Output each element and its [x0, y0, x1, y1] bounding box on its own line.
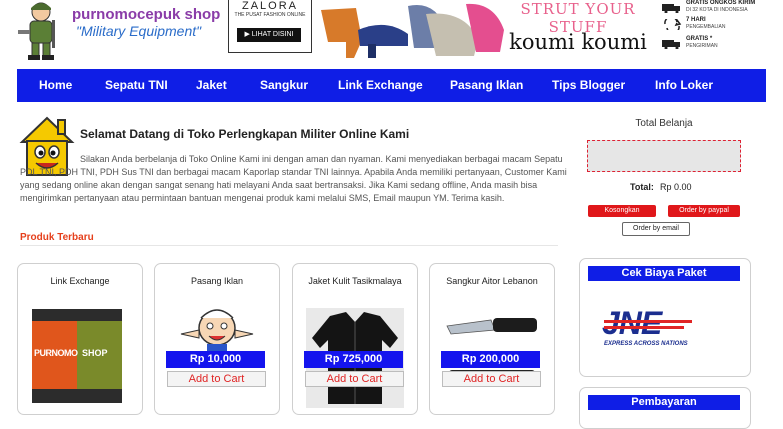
zalora-tagline: THE PUSAT FASHION ONLINE [234, 12, 306, 18]
purnomo-shop-logo[interactable]: PURNOMO SHOP [32, 309, 122, 403]
product-title[interactable]: Jaket Kulit Tasikmalaya [293, 276, 417, 286]
feature-sub: PENGIRIMAN [686, 43, 718, 49]
feature-sub: DI 32 KOTA DI INDONESIA [686, 7, 748, 13]
return-arrows-icon [664, 19, 682, 30]
jne-stripes-icon [604, 320, 692, 329]
nav-item-tips-blogger[interactable]: Tips Blogger [552, 69, 625, 102]
product-title[interactable]: Link Exchange [18, 276, 142, 286]
cart-title: Total Belanja [635, 118, 693, 129]
product-price: Rp 200,000 [441, 351, 540, 368]
zalora-logo: ZALORA [241, 0, 298, 12]
cart-items-box [587, 140, 741, 172]
cart-total-value: Rp 0.00 [660, 182, 692, 192]
ad-banner[interactable]: ZALORA THE PUSAT FASHION ONLINE ▶ LIHAT … [226, 0, 652, 60]
site-brand-title[interactable]: purnomocepuk shop [72, 6, 220, 23]
logo-text-right: SHOP [82, 348, 108, 358]
main-nav: Home Sepatu TNI Jaket Sangkur Link Excha… [17, 69, 766, 102]
feature-return: 7 HARI PENGEMBALIAN [662, 17, 783, 33]
jne-logo[interactable]: JNE EXPRESS ACROSS NATIONS [602, 305, 698, 349]
nav-item-info-loker[interactable]: Info Loker [655, 69, 713, 102]
shoes-image [321, 3, 504, 58]
divider [20, 245, 558, 246]
cart-total-label: Total: [630, 182, 654, 192]
site-header: purnomocepuk shop "Military Equipment" Z… [0, 0, 783, 66]
add-to-cart-button[interactable]: Add to Cart [442, 371, 541, 387]
feature-free-shipping: GRATIS ONGKOS KIRIM DI 32 KOTA DI INDONE… [662, 0, 783, 16]
product-title[interactable]: Pasang Iklan [155, 276, 279, 286]
product-card-jaket-kulit[interactable]: Jaket Kulit Tasikmalaya Rp 725,000 Add t… [292, 263, 418, 415]
zalora-ad[interactable]: ZALORA THE PUSAT FASHION ONLINE ▶ LIHAT … [228, 0, 312, 53]
add-to-cart-button[interactable]: Add to Cart [305, 371, 404, 387]
welcome-text: Silakan Anda berbelanja di Toko Online K… [20, 154, 567, 203]
product-card-pasang-iklan[interactable]: Pasang Iklan Rp 10,000 Add to Cart [154, 263, 280, 415]
product-card-link-exchange[interactable]: Link Exchange PURNOMO SHOP [17, 263, 143, 415]
nav-item-sangkur[interactable]: Sangkur [260, 69, 308, 102]
logo-text-left: PURNOMO [34, 348, 78, 358]
soldier-mascot-icon [18, 2, 55, 60]
produk-terbaru-heading: Produk Terbaru [20, 232, 94, 243]
payment-heading: Pembayaran [588, 395, 740, 410]
shop-features: GRATIS ONGKOS KIRIM DI 32 KOTA DI INDONE… [662, 0, 783, 60]
feature-label: GRATIS ONGKOS KIRIM [686, 0, 756, 6]
feature-label: 7 HARI [686, 17, 706, 23]
order-paypal-button[interactable]: Order by paypal [668, 205, 740, 217]
welcome-title: Selamat Datang di Toko Perlengkapan Mili… [80, 127, 410, 141]
logo-panel: PURNOMO SHOP [32, 321, 122, 389]
zalora-lihat-button[interactable]: ▶ LIHAT DISINI [237, 28, 301, 42]
product-price: Rp 725,000 [304, 351, 403, 368]
nav-item-sepatu-tni[interactable]: Sepatu TNI [105, 69, 168, 102]
truck-icon [662, 4, 680, 13]
clear-cart-button[interactable]: Kosongkan [588, 205, 656, 217]
order-email-button[interactable]: Order by email [622, 222, 690, 236]
feature-sub: PENGEMBALIAN [686, 24, 726, 30]
shipping-widget: Cek Biaya Paket JNE EXPRESS ACROSS NATIO… [579, 258, 751, 377]
koumi-brand: koumi koumi [509, 30, 647, 54]
nav-item-home[interactable]: Home [39, 69, 72, 102]
payment-widget: Pembayaran [579, 387, 751, 429]
feature-label: GRATIS * [686, 36, 713, 42]
nav-item-link-exchange[interactable]: Link Exchange [338, 69, 423, 102]
nav-item-pasang-iklan[interactable]: Pasang Iklan [450, 69, 523, 102]
nav-item-jaket[interactable]: Jaket [196, 69, 227, 102]
truck-icon [662, 40, 680, 49]
product-title[interactable]: Sangkur Aitor Lebanon [430, 276, 554, 286]
product-price: Rp 10,000 [166, 351, 265, 368]
product-card-sangkur-aitor[interactable]: Sangkur Aitor Lebanon Rp 200,000 Add to … [429, 263, 555, 415]
add-to-cart-button[interactable]: Add to Cart [167, 371, 266, 387]
shipping-heading: Cek Biaya Paket [588, 266, 740, 281]
feature-free-delivery: GRATIS * PENGIRIMAN [662, 36, 783, 52]
jne-tagline: EXPRESS ACROSS NATIONS [604, 341, 688, 347]
cartoon-mascot-image [180, 309, 254, 354]
site-brand-subtitle: "Military Equipment" [76, 23, 202, 39]
